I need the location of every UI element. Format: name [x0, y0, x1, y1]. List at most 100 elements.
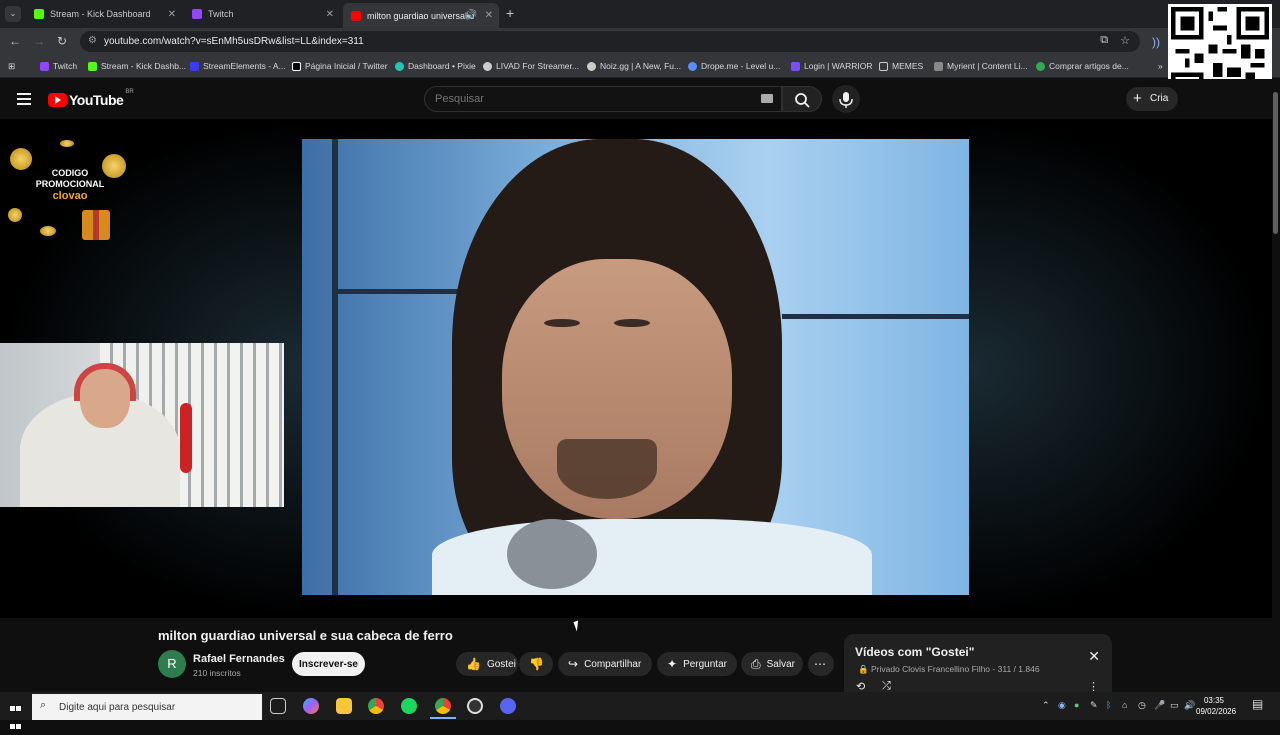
voice-search-button[interactable]: [832, 85, 860, 113]
steam-tray-icon[interactable]: ◉: [1058, 700, 1066, 711]
search-input[interactable]: [435, 93, 735, 105]
folder-icon: [879, 61, 888, 71]
save-button[interactable]: ⎙ Salvar: [741, 652, 803, 676]
playlist-position: 311 / 1.846: [997, 664, 1040, 674]
keyboard-icon[interactable]: [761, 94, 773, 103]
notification-center-icon[interactable]: ▤: [1252, 697, 1263, 711]
lock-icon: 🔒: [858, 664, 869, 674]
apps-grid-icon[interactable]: ⊞: [8, 61, 15, 72]
tab-search-icon[interactable]: ⌄: [5, 6, 21, 22]
video-frame[interactable]: [302, 139, 969, 595]
playlist-owner[interactable]: Clovis Francellino Filho: [902, 664, 990, 674]
reload-icon[interactable]: ↻: [57, 34, 67, 48]
bookmark-item[interactable]: Drope.me - Level u...: [688, 61, 780, 71]
coin-icon: [10, 148, 32, 170]
twitch-icon: [192, 9, 202, 19]
bookmark-item[interactable]: Comprar artigos de...: [1036, 61, 1129, 71]
taskbar-search[interactable]: ⌕ Digite aqui para pesquisar: [32, 694, 262, 720]
bookmark-item[interactable]: Noiz.gg | A New, Fu...: [587, 61, 681, 71]
ask-button[interactable]: ✦ Perguntar: [657, 652, 737, 676]
search-box: [424, 86, 782, 112]
install-app-icon[interactable]: ⧉: [1100, 34, 1108, 47]
bookmark-item[interactable]: Myrient | Content Li...: [934, 61, 1028, 71]
windows-start-icon[interactable]: [10, 699, 22, 729]
tab-youtube-active[interactable]: milton guardiao universal e 🔊 ✕: [343, 3, 499, 28]
streamelements-icon: [190, 61, 199, 71]
youtube-play-icon: [48, 93, 67, 107]
tab-kick[interactable]: Stream - Kick Dashboard ✕: [26, 3, 182, 25]
bookmark-label: Login | WARRIOR: [804, 61, 873, 71]
bookmark-item[interactable]: Twitch: [40, 61, 77, 71]
chrome-active-icon[interactable]: [435, 698, 451, 714]
address-bar[interactable]: ⚙ youtube.com/watch?v=sEnMh5usDRw&list=L…: [80, 31, 1140, 52]
playlist-panel: Vídeos com "Gostei" 🔒 Privado Clovis Fra…: [844, 634, 1112, 693]
more-actions-button[interactable]: ⋯: [808, 652, 834, 676]
bookmark-folder[interactable]: MEMES: [879, 61, 923, 71]
playlist-subtitle: 🔒 Privado Clovis Francellino Filho - 311…: [858, 664, 1040, 675]
channel-name[interactable]: Rafael Fernandes: [193, 653, 285, 665]
person-beard: [557, 439, 657, 499]
site-info-icon[interactable]: ⚙: [88, 35, 97, 46]
wall-frame: [782, 314, 969, 319]
file-explorer-icon[interactable]: [336, 698, 352, 714]
bookmark-item[interactable]: Página Inicial / Twitter: [292, 61, 388, 71]
spotify-icon[interactable]: [401, 698, 417, 714]
network-icon[interactable]: ▭: [1170, 700, 1179, 711]
extension-icon[interactable]: )): [1152, 35, 1160, 49]
tab-twitch[interactable]: Twitch ✕: [184, 3, 340, 25]
menu-icon[interactable]: [17, 93, 31, 105]
close-tab-icon[interactable]: ✕: [485, 10, 493, 21]
bookmark-item[interactable]: Login | WARRIOR: [791, 61, 873, 71]
bookmark-label: Dashboard • Pixie: [408, 61, 476, 71]
discord-icon[interactable]: [500, 698, 516, 714]
bookmark-item[interactable]: StreamElements - A...: [190, 61, 286, 71]
close-tab-icon[interactable]: ✕: [168, 9, 176, 20]
bookmark-star-icon[interactable]: ☆: [1120, 34, 1130, 47]
bookmark-item[interactable]: LIVAD For Streamer...: [483, 61, 579, 71]
active-app-indicator: [430, 717, 456, 719]
channel-avatar[interactable]: R: [158, 650, 186, 678]
chrome-icon[interactable]: [368, 698, 384, 714]
bookmark-item[interactable]: Stream - Kick Dashb...: [88, 61, 186, 71]
back-icon[interactable]: ←: [9, 34, 21, 48]
search-button[interactable]: [782, 86, 822, 112]
more-bookmarks-icon[interactable]: »: [1158, 61, 1163, 71]
thumbs-up-icon: 👍: [466, 657, 481, 671]
like-button[interactable]: 👍 Gostei: [456, 652, 518, 676]
dislike-button[interactable]: 👎: [519, 652, 553, 676]
show-hidden-icons[interactable]: ⌃: [1042, 700, 1050, 711]
bookmark-item[interactable]: Dashboard • Pixie: [395, 61, 476, 71]
playlist-title[interactable]: Vídeos com "Gostei": [855, 645, 974, 659]
tray-app-icon[interactable]: ✎: [1090, 700, 1098, 711]
warrior-icon: [791, 61, 800, 71]
promo-code: clovao: [52, 190, 88, 202]
subscribe-button[interactable]: Inscrever-se: [292, 652, 365, 676]
speaker-icon[interactable]: 🔊: [465, 10, 477, 21]
obs-icon[interactable]: [467, 698, 483, 714]
region-code: BR: [125, 89, 134, 95]
scrollbar-thumb[interactable]: [1273, 92, 1278, 234]
task-view-icon[interactable]: [270, 698, 286, 714]
tray-app-icon[interactable]: ◷: [1138, 700, 1146, 711]
system-clock[interactable]: 03:35 09/02/2026: [1196, 695, 1236, 717]
close-icon[interactable]: ✕: [1088, 648, 1100, 665]
new-tab-button[interactable]: +: [506, 5, 514, 21]
bookmarks-bar: ⊞ Twitch Stream - Kick Dashb... StreamEl…: [0, 55, 1280, 78]
volume-icon[interactable]: 🔊: [1184, 700, 1195, 711]
forward-icon[interactable]: →: [33, 34, 45, 48]
more-horizontal-icon: ⋯: [814, 657, 826, 671]
tray-app-icon[interactable]: ⌂: [1122, 700, 1127, 710]
tray-app-icon[interactable]: ●: [1074, 700, 1079, 710]
close-tab-icon[interactable]: ✕: [326, 9, 334, 20]
clock-time: 03:35: [1203, 696, 1225, 705]
youtube-logo[interactable]: YouTube BR: [48, 89, 134, 108]
search-icon: [795, 93, 810, 108]
promo-line2: PROMOCIONAL: [35, 179, 105, 189]
share-button[interactable]: ↪ Compartilhar: [558, 652, 652, 676]
microphone-tray-icon[interactable]: 🎤: [1154, 700, 1165, 711]
copilot-icon[interactable]: [303, 698, 319, 714]
bookmark-label: StreamElements - A...: [203, 61, 286, 71]
create-button[interactable]: + Cria: [1126, 87, 1178, 111]
bluetooth-icon[interactable]: ᛒ: [1106, 700, 1111, 710]
tab-title: milton guardiao universal e: [367, 10, 475, 21]
